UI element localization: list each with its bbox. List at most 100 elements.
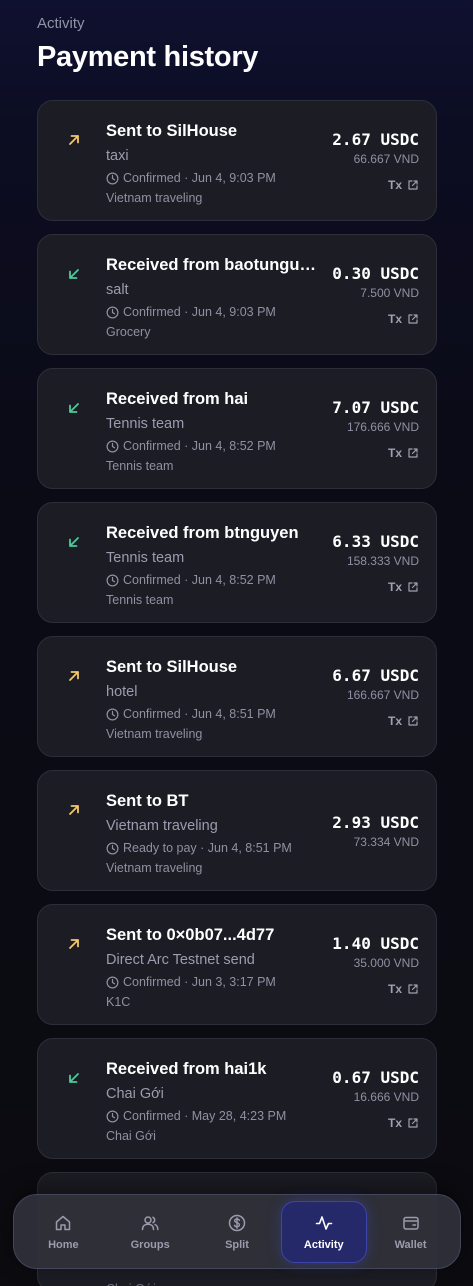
payment-info: Received from hai1k Chai Gới Confirmed · M… [106, 1059, 322, 1144]
tx-link-label: Tx [387, 714, 402, 728]
tx-link[interactable]: Tx [388, 446, 419, 460]
external-link-icon [407, 1117, 419, 1129]
payment-status-row: Confirmed · Jun 4, 8:51 PM [106, 706, 322, 722]
payment-amount-column: 2.67 USDC 66.667 VND Tx [332, 130, 419, 194]
payment-card[interactable]: Received from btnguyen Tennis team Confirm… [37, 502, 437, 623]
payment-memo: Tennis team [106, 416, 185, 432]
payment-card[interactable]: Sent to SilHouse taxi Confirmed · Jun 4, 9… [37, 100, 437, 221]
activity-icon [314, 1213, 334, 1233]
clock-icon [106, 172, 119, 185]
payment-status-row: Confirmed · Jun 4, 9:03 PM [106, 304, 322, 320]
payment-fiat-amount: 35.000 VND [353, 956, 419, 970]
payment-status: Confirmed · Jun 4, 8:52 PM [123, 439, 276, 453]
arrow-down-left-icon [66, 534, 82, 550]
payment-status-row: Confirmed · Jun 3, 3:17 PM [106, 974, 322, 990]
section-eyebrow: Activity [37, 15, 85, 32]
nav-item-label: Wallet [394, 1238, 427, 1251]
payment-amount: 7.07 USDC [332, 398, 419, 417]
arrow-down-left-icon [66, 266, 82, 282]
payment-amount-column: 6.67 USDC 166.667 VND Tx [332, 666, 419, 730]
payment-amount-column: 2.93 USDC 73.334 VND [332, 813, 419, 850]
payment-counterparty: Received from btnguyen [106, 524, 299, 542]
external-link-icon [407, 983, 419, 995]
tx-link-label: Tx [387, 446, 402, 460]
payment-status-row: Confirmed · Jun 4, 8:52 PM [106, 438, 322, 454]
payment-group: Tennis team [106, 459, 174, 473]
payment-group: Tennis team [106, 593, 174, 607]
arrow-up-right-icon [66, 668, 82, 684]
clock-icon [106, 574, 119, 587]
payment-amount-column: 0.67 USDC 16.666 VND Tx [332, 1068, 419, 1132]
payment-card[interactable]: Received from hai Tennis team Confirmed · … [37, 368, 437, 489]
payment-card[interactable]: Received from hai1k Chai Gới Confirmed · M… [37, 1038, 437, 1159]
payment-status: Confirmed · Jun 4, 9:03 PM [123, 305, 276, 319]
tx-link[interactable]: Tx [388, 982, 419, 996]
arrow-down-left-icon [66, 400, 82, 416]
payment-group: Vietnam traveling [106, 861, 203, 875]
nav-item-activity[interactable]: Activity [280, 1200, 367, 1263]
payment-counterparty: Sent to 0×0b07...4d77 [106, 926, 275, 944]
payment-memo: Direct Arc Testnet send [106, 952, 255, 968]
nav-item-home[interactable]: Home [20, 1201, 106, 1263]
page-header: Activity Payment history [37, 15, 258, 74]
payment-fiat-amount: 158.333 VND [346, 554, 419, 568]
tx-link[interactable]: Tx [388, 580, 419, 594]
tx-link-label: Tx [387, 580, 402, 594]
payment-status: Confirmed · Jun 4, 9:03 PM [123, 171, 276, 185]
tx-link[interactable]: Tx [388, 714, 419, 728]
payment-amount: 2.93 USDC [332, 813, 419, 832]
clock-icon [106, 306, 119, 319]
groups-icon [140, 1213, 160, 1233]
payment-card[interactable]: Sent to SilHouse hotel Confirmed · Jun 4, … [37, 636, 437, 757]
clock-icon [106, 1110, 119, 1123]
nav-item-wallet[interactable]: Wallet [368, 1201, 454, 1263]
payment-amount: 6.33 USDC [332, 532, 419, 551]
payment-card[interactable]: Sent to BT Vietnam traveling Ready to pay … [37, 770, 437, 891]
clock-icon [106, 976, 119, 989]
payment-fiat-amount: 166.667 VND [346, 688, 419, 702]
nav-item-groups[interactable]: Groups [107, 1201, 193, 1263]
payment-group: Chai Gới [106, 1129, 156, 1143]
nav-item-split[interactable]: Split [194, 1201, 280, 1263]
payment-info: Received from baotunguyen salt Confirmed ·… [106, 255, 322, 340]
clock-icon [106, 842, 119, 855]
payment-memo: Chai Gới [106, 1086, 164, 1102]
payment-card[interactable]: Received from baotunguyen salt Confirmed ·… [37, 234, 437, 355]
payment-status: Confirmed · May 28, 4:23 PM [123, 1109, 287, 1123]
payment-amount: 2.67 USDC [332, 130, 419, 149]
payment-amount-column: 6.33 USDC 158.333 VND Tx [332, 532, 419, 596]
payment-counterparty: Sent to SilHouse [106, 658, 238, 676]
dollar-circle-icon [227, 1213, 247, 1233]
payment-counterparty: Received from hai1k [106, 1060, 267, 1078]
payment-status-row: Ready to pay · Jun 4, 8:51 PM [106, 840, 322, 856]
payment-amount: 6.67 USDC [332, 666, 419, 685]
external-link-icon [407, 179, 419, 191]
payment-group: K1C [106, 995, 131, 1009]
payment-amount-column: 1.40 USDC 35.000 VND Tx [332, 934, 419, 998]
payment-counterparty: Sent to SilHouse [106, 122, 238, 140]
payment-amount: 0.67 USDC [332, 1068, 419, 1087]
payment-counterparty: Received from hai [106, 390, 249, 408]
external-link-icon [407, 447, 419, 459]
payment-group: Vietnam traveling [106, 191, 203, 205]
payment-amount: 0.30 USDC [332, 264, 419, 283]
tx-link[interactable]: Tx [388, 312, 419, 326]
wallet-icon [401, 1213, 421, 1233]
arrow-up-right-icon [66, 802, 82, 818]
payment-status-row: Confirmed · May 28, 4:23 PM [106, 1108, 322, 1124]
clock-icon [106, 708, 119, 721]
external-link-icon [407, 313, 419, 325]
payment-group: Chai Gới [106, 1282, 156, 1286]
tx-link[interactable]: Tx [388, 178, 419, 192]
payment-fiat-amount: 7.500 VND [360, 286, 419, 300]
nav-item-label: Activity [303, 1238, 344, 1251]
nav-item-label: Groups [130, 1238, 170, 1251]
tx-link[interactable]: Tx [388, 1116, 419, 1130]
payment-info: Received from hai Tennis team Confirmed · … [106, 389, 322, 474]
payment-amount-column: 0.30 USDC 7.500 VND Tx [332, 264, 419, 328]
payment-card[interactable]: Sent to 0×0b07...4d77 Direct Arc Testnet … [37, 904, 437, 1025]
payment-status: Confirmed · Jun 4, 8:51 PM [123, 707, 276, 721]
payment-status: Ready to pay · Jun 4, 8:51 PM [123, 841, 292, 855]
payment-fiat-amount: 16.666 VND [353, 1090, 419, 1104]
payment-fiat-amount: 176.666 VND [346, 420, 419, 434]
